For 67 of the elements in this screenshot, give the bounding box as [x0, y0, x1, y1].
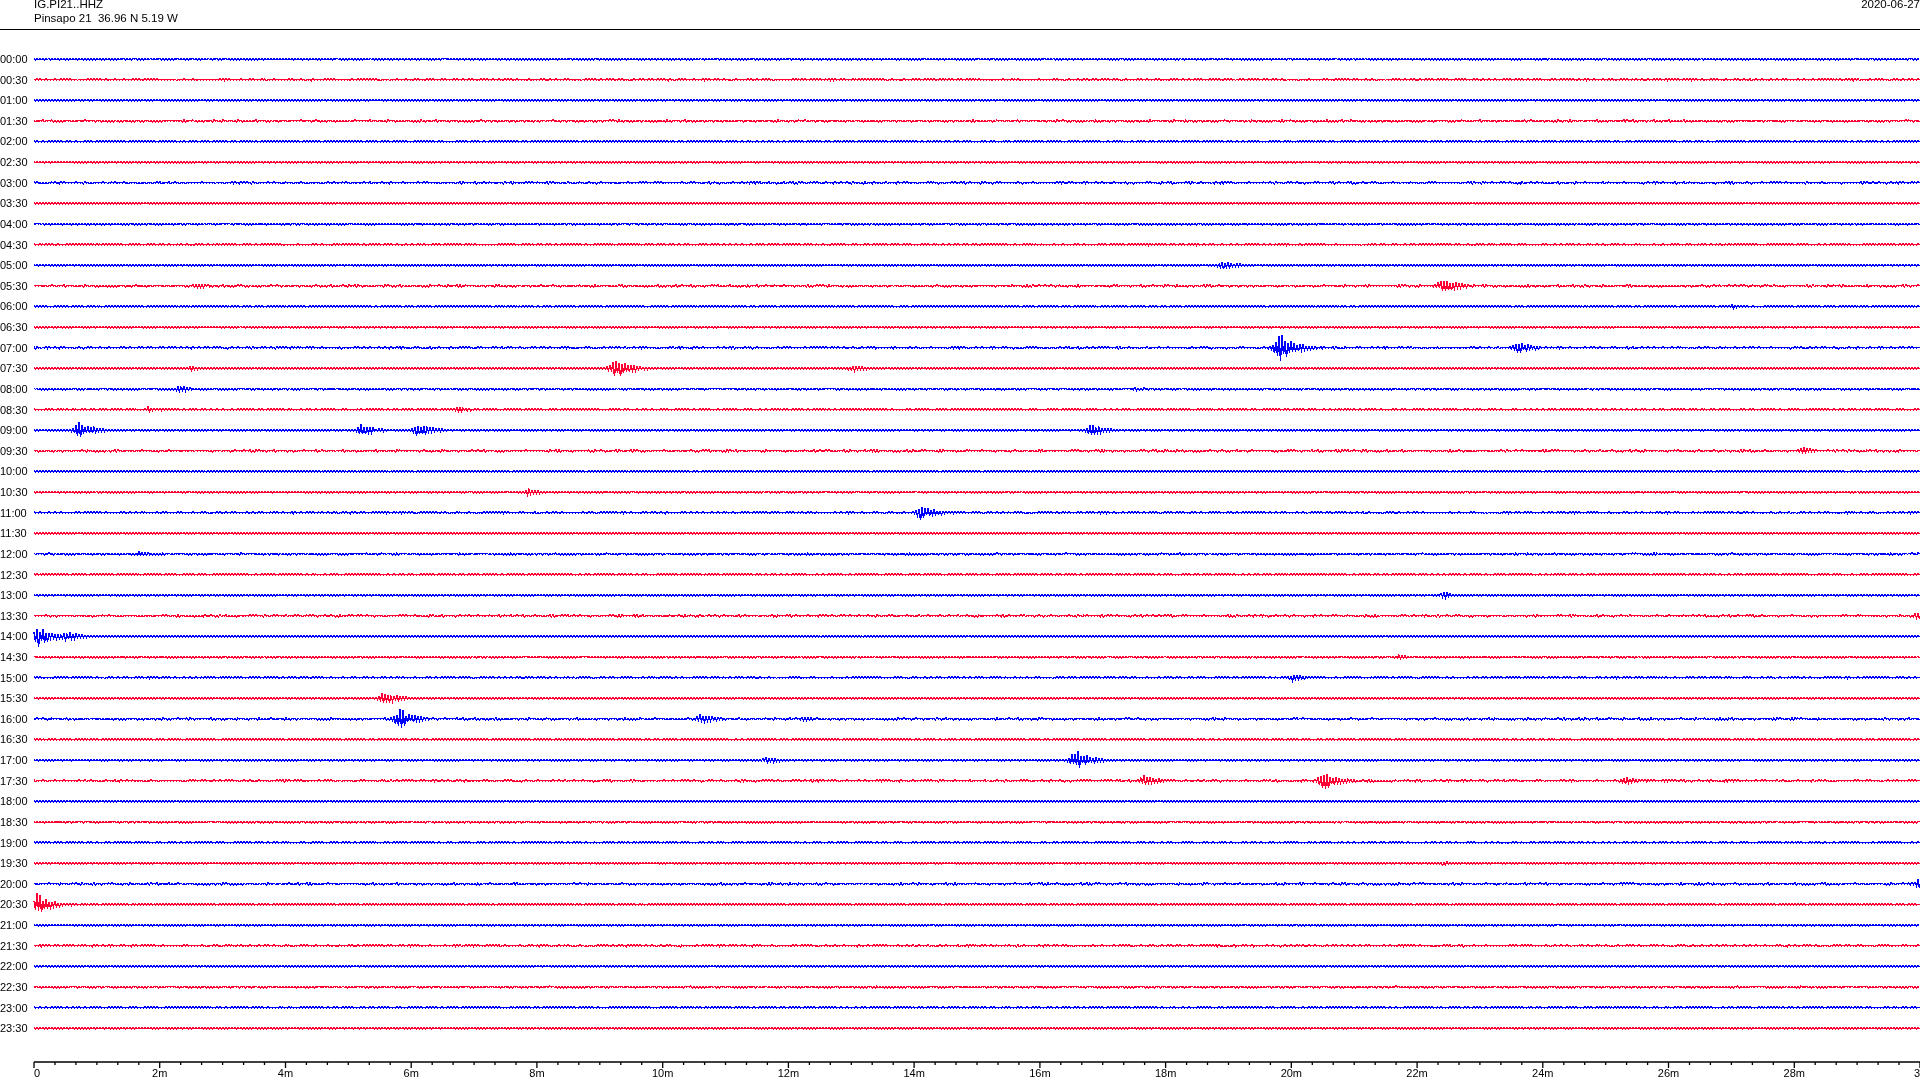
- axis-tick-label: 24m: [1532, 1067, 1554, 1079]
- time-label: 10:30: [0, 486, 28, 498]
- time-label: 05:00: [0, 259, 28, 272]
- time-label: 17:30: [0, 774, 28, 787]
- time-label: 21:30: [0, 939, 28, 952]
- time-label: 16:00: [0, 712, 28, 725]
- time-label: 23:30: [0, 1022, 28, 1035]
- axis-tick-label: 22m: [1406, 1067, 1428, 1079]
- time-label: 09:30: [0, 444, 28, 457]
- time-label: 15:00: [0, 671, 28, 684]
- time-label: 06:30: [0, 321, 28, 334]
- time-label: 06:00: [0, 300, 28, 313]
- time-label: 12:30: [0, 568, 28, 581]
- time-label: 13:00: [0, 589, 28, 602]
- time-label: 12:00: [0, 547, 28, 560]
- axis-tick-label: 16m: [1029, 1067, 1051, 1079]
- time-label: 00:00: [0, 53, 28, 65]
- axis-tick-label: 10m: [651, 1067, 674, 1079]
- time-label: 04:30: [0, 238, 28, 251]
- time-label: 19:30: [0, 857, 28, 870]
- axis-tick-label: 8m: [529, 1067, 545, 1079]
- station-location: Pinsapo 21 36.96 N 5.19 W: [34, 11, 178, 25]
- axis-tick-label: 3: [1913, 1067, 1920, 1079]
- time-label: 20:00: [0, 877, 28, 890]
- time-label: 14:00: [0, 630, 28, 643]
- time-label: 18:00: [0, 795, 28, 808]
- time-label: 02:30: [0, 156, 28, 169]
- axis-tick-label: 0: [34, 1067, 41, 1079]
- time-label: 19:00: [0, 836, 28, 849]
- time-label: 01:30: [0, 114, 28, 127]
- time-label: 08:30: [0, 403, 28, 416]
- axis-tick-label: 14m: [903, 1067, 925, 1079]
- time-label: 03:00: [0, 176, 28, 189]
- station-code: IG.PI21..HHZ: [34, 0, 105, 11]
- time-label: 11:00: [0, 506, 27, 519]
- date-label: 2020-06-27: [1861, 0, 1920, 11]
- time-label: 07:30: [0, 362, 28, 375]
- time-label: 01:00: [0, 94, 28, 107]
- axis-tick-label: 6m: [403, 1067, 419, 1079]
- time-label: 18:30: [0, 815, 28, 828]
- time-label: 03:30: [0, 197, 28, 210]
- time-label: 17:00: [0, 754, 28, 767]
- axis-tick-label: 20m: [1280, 1067, 1303, 1079]
- time-label: 04:00: [0, 217, 28, 230]
- time-label: 23:00: [0, 1001, 28, 1014]
- time-label: 10:00: [0, 465, 28, 478]
- time-label: 02:00: [0, 135, 28, 148]
- time-label: 07:00: [0, 341, 28, 354]
- time-label: 08:00: [0, 382, 28, 395]
- time-label: 21:00: [0, 919, 28, 932]
- time-label: 14:30: [0, 651, 28, 663]
- time-label: 20:30: [0, 898, 28, 911]
- axis-tick-label: 2m: [152, 1067, 168, 1079]
- time-label: 05:30: [0, 279, 28, 292]
- time-label: 00:30: [0, 73, 28, 86]
- time-label: 16:30: [0, 733, 28, 746]
- axis-tick-label: 12m: [777, 1067, 800, 1079]
- time-label: 11:30: [0, 527, 27, 540]
- time-label: 22:30: [0, 980, 28, 993]
- time-label: 09:00: [0, 424, 28, 437]
- axis-tick-label: 4m: [277, 1067, 294, 1079]
- axis-tick-label: 28m: [1783, 1067, 1805, 1079]
- time-label: 22:00: [0, 960, 28, 973]
- time-label: 15:30: [0, 692, 28, 705]
- axis-tick-label: 26m: [1657, 1067, 1680, 1079]
- time-label: 13:30: [0, 609, 28, 622]
- axis-tick-label: 18m: [1154, 1067, 1177, 1079]
